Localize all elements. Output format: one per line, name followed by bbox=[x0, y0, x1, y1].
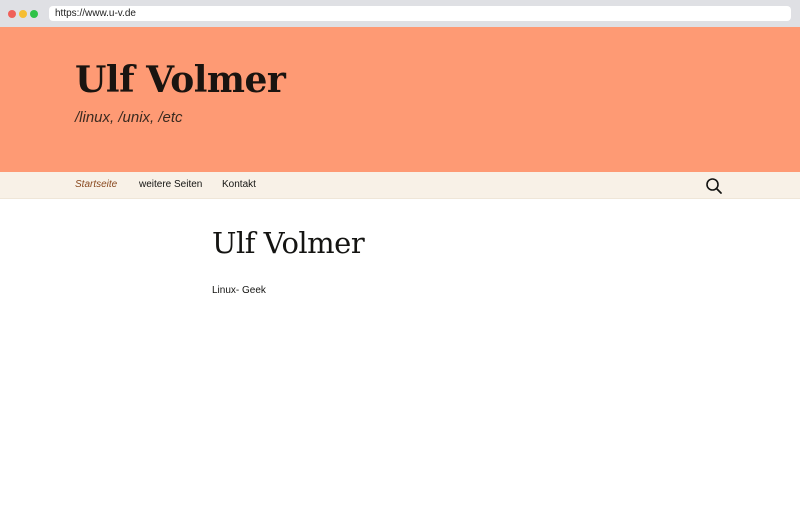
site-title[interactable]: Ulf Volmer bbox=[75, 59, 286, 101]
browser-chrome: https://www.u-v.de bbox=[0, 0, 800, 27]
address-bar[interactable]: https://www.u-v.de bbox=[49, 6, 791, 21]
nav-item-weitere-seiten[interactable]: weitere Seiten bbox=[139, 179, 202, 190]
search-icon bbox=[706, 178, 722, 194]
nav-item-kontakt[interactable]: Kontakt bbox=[222, 179, 256, 190]
search-button[interactable] bbox=[705, 177, 723, 195]
site-description: /linux, /unix, /etc bbox=[75, 109, 183, 126]
page-content: Linux- Geek bbox=[212, 285, 266, 296]
minimize-window-icon[interactable] bbox=[19, 10, 27, 18]
main-navigation: Startseite weitere Seiten Kontakt bbox=[0, 172, 800, 199]
nav-item-startseite[interactable]: Startseite bbox=[75, 179, 117, 190]
maximize-window-icon[interactable] bbox=[30, 10, 38, 18]
site-header: Ulf Volmer /linux, /unix, /etc bbox=[0, 27, 800, 172]
page-title: Ulf Volmer bbox=[212, 226, 365, 260]
close-window-icon[interactable] bbox=[8, 10, 16, 18]
